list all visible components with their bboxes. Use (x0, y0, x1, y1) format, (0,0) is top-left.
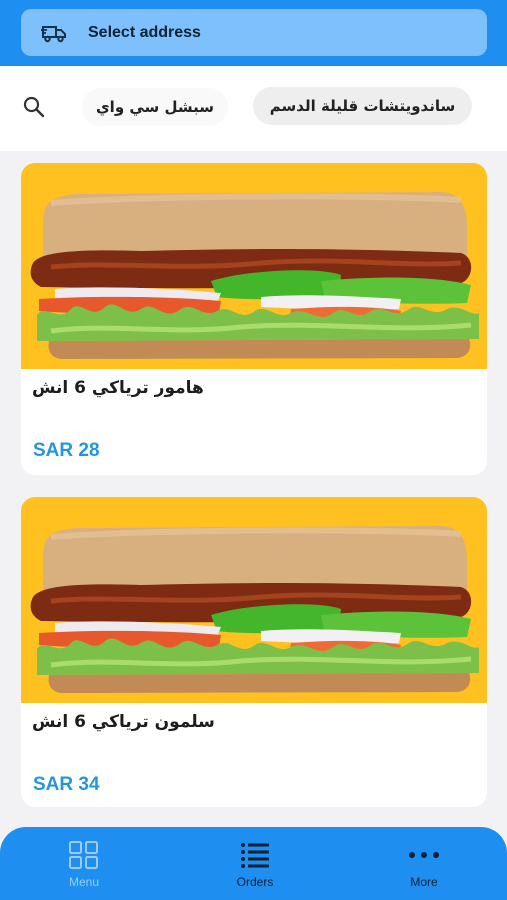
select-address-label: Select address (88, 23, 201, 41)
nav-label-more: More (410, 875, 438, 889)
product-name: سلمون ترياكي 6 انش (32, 712, 215, 732)
category-chip-special-sub[interactable]: سبشل سي واي (82, 88, 228, 126)
more-dots-icon (409, 852, 439, 858)
product-price: SAR 34 (33, 774, 100, 795)
product-name: هامور ترياكي 6 انش (32, 378, 204, 398)
list-icon (241, 843, 269, 868)
product-image (21, 163, 487, 369)
grid-icon (69, 841, 98, 869)
product-card[interactable]: هامور ترياكي 6 انش SAR 28 (21, 163, 487, 475)
product-price: SAR 28 (33, 440, 100, 461)
select-address-button[interactable]: Select address (21, 9, 487, 56)
nav-label-menu: Menu (68, 875, 100, 889)
category-filter-bar: سبشل سي واي ساندويتشات قليلة الدسم (0, 66, 507, 151)
nav-item-orders[interactable]: Orders (195, 827, 315, 900)
bottom-navigation: Menu Orders More (0, 827, 507, 900)
nav-label-orders: Orders (236, 875, 274, 889)
product-card[interactable]: سلمون ترياكي 6 انش SAR 34 (21, 497, 487, 807)
nav-item-more[interactable]: More (364, 827, 484, 900)
delivery-truck-icon (41, 25, 66, 42)
nav-item-menu[interactable]: Menu (24, 827, 144, 900)
search-icon[interactable] (22, 95, 46, 119)
top-bar: Select address (0, 0, 507, 66)
category-chip-low-fat[interactable]: ساندويتشات قليلة الدسم (253, 87, 472, 125)
product-image (21, 497, 487, 703)
